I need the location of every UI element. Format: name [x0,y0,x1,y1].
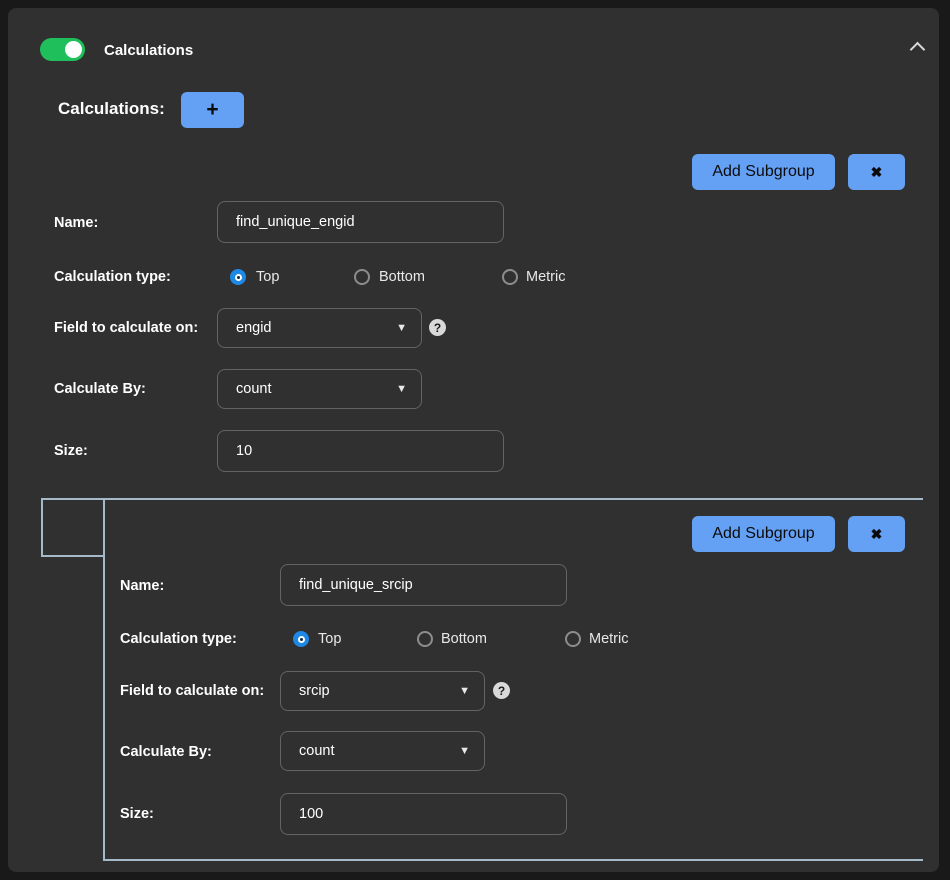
group0-calculate-by-select[interactable]: count ▼ [217,369,422,409]
group0-size-input[interactable] [217,430,504,472]
page: Calculations Calculations: + Add Subgrou… [0,0,950,880]
group0-field-help-icon[interactable]: ? [429,319,446,336]
group1-calculate-by-label: Calculate By: [120,744,212,760]
select-caret-icon: ▼ [459,745,470,757]
group1-radio-bottom-label: Bottom [441,631,487,647]
group0-radio-bottom[interactable] [354,269,370,285]
group0-radio-top[interactable] [230,269,246,285]
radio-selected-dot-icon [298,636,305,643]
group0-radio-metric-label: Metric [526,269,565,285]
group0-calculate-by-label: Calculate By: [54,381,146,397]
group1-field-select[interactable]: srcip ▼ [280,671,485,711]
group1-field-help-icon[interactable]: ? [493,682,510,699]
group1-size-input[interactable] [280,793,567,835]
calculations-heading: Calculations: [58,99,165,119]
group1-radio-metric[interactable] [565,631,581,647]
group0-calculate-by-value: count [236,381,271,397]
group1-add-subgroup-button[interactable]: Add Subgroup [692,516,835,552]
group0-radio-metric[interactable] [502,269,518,285]
group1-radio-top[interactable] [293,631,309,647]
group1-remove-button[interactable]: ✖ [848,516,905,552]
group0-remove-button[interactable]: ✖ [848,154,905,190]
group1-name-label: Name: [120,578,164,594]
collapse-section-button[interactable] [908,38,930,56]
group1-field-label: Field to calculate on: [120,683,264,699]
group0-field-select-value: engid [236,320,271,336]
group1-radio-top-label: Top [318,631,341,647]
group1-calculation-type-label: Calculation type: [120,631,237,647]
group0-radio-top-label: Top [256,269,279,285]
calculations-panel: Calculations Calculations: + Add Subgrou… [8,8,939,872]
radio-selected-dot-icon [235,274,242,281]
select-caret-icon: ▼ [396,322,407,334]
calculations-toggle-label: Calculations [104,42,193,59]
group1-size-label: Size: [120,806,154,822]
group0-calculation-type-label: Calculation type: [54,269,171,285]
group0-name-label: Name: [54,215,98,231]
group1-field-select-value: srcip [299,683,330,699]
group0-size-label: Size: [54,443,88,459]
chevron-up-icon [910,42,926,58]
subgroup-connector-box [41,498,103,557]
group1-radio-bottom[interactable] [417,631,433,647]
group0-name-input[interactable] [217,201,504,243]
group1-name-input[interactable] [280,564,567,606]
select-caret-icon: ▼ [396,383,407,395]
group1-calculate-by-value: count [299,743,334,759]
group1-calculate-by-select[interactable]: count ▼ [280,731,485,771]
calculations-toggle[interactable] [40,38,85,61]
group0-radio-bottom-label: Bottom [379,269,425,285]
group0-add-subgroup-button[interactable]: Add Subgroup [692,154,835,190]
group0-field-select[interactable]: engid ▼ [217,308,422,348]
group1-radio-metric-label: Metric [589,631,628,647]
group0-field-label: Field to calculate on: [54,320,198,336]
add-calculation-button[interactable]: + [181,92,244,128]
toggle-knob-icon [65,41,82,58]
select-caret-icon: ▼ [459,685,470,697]
